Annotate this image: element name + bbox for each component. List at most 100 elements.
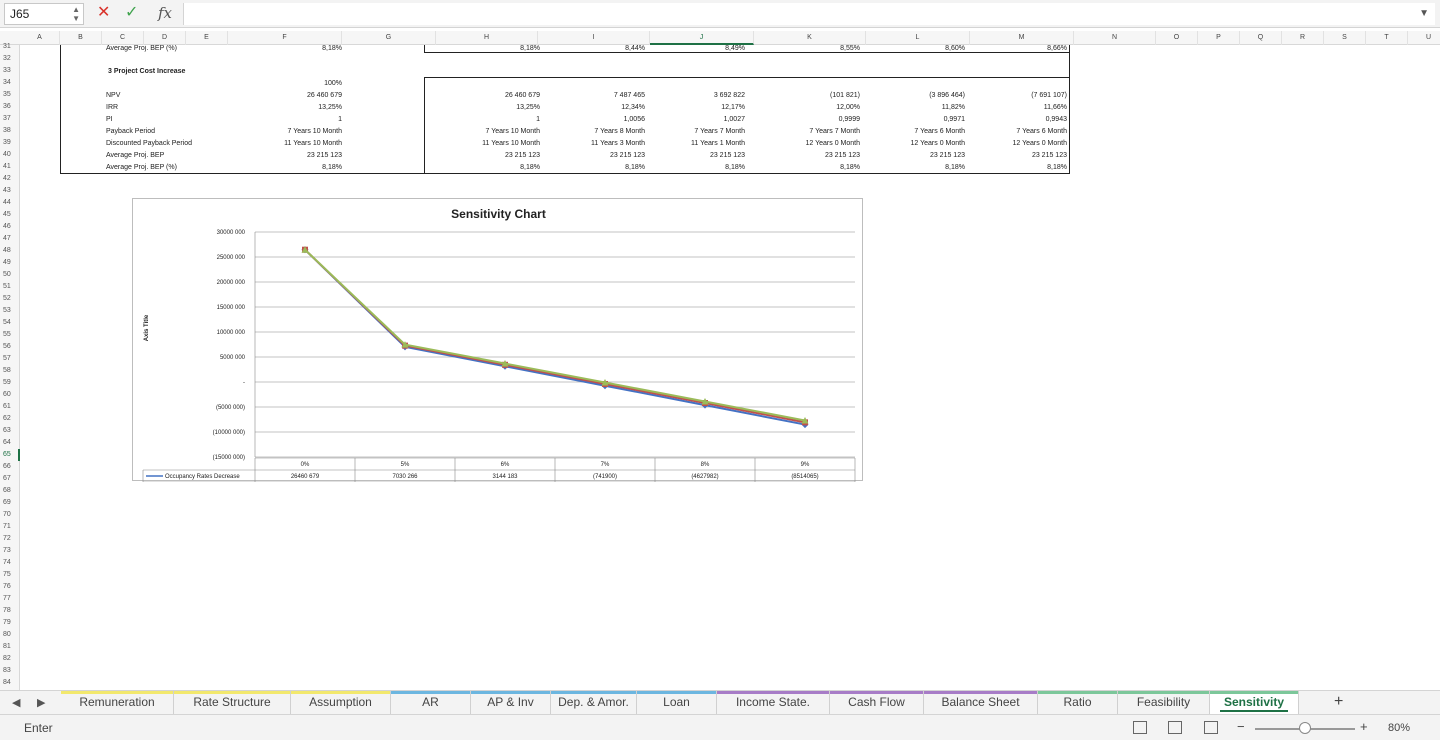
scroll-right-icon[interactable]: ▶ xyxy=(37,696,45,709)
cell-value[interactable]: 26 460 679 xyxy=(260,90,342,102)
cell-value[interactable]: 12 Years 0 Month xyxy=(760,138,861,150)
row-header[interactable]: 68 xyxy=(0,485,20,497)
worksheet-grid[interactable]: Average Proj. BEP (%) 8,18% 8,18% 8,44% … xyxy=(20,45,1440,690)
row-header[interactable]: 60 xyxy=(0,389,20,401)
row-header[interactable]: 70 xyxy=(0,509,20,521)
column-header-t[interactable]: T xyxy=(1366,31,1408,45)
row-header[interactable]: 83 xyxy=(0,665,20,677)
name-box[interactable]: J65 ▲ ▼ xyxy=(4,3,84,25)
row-header[interactable]: 55 xyxy=(0,329,20,341)
cell-value[interactable]: 11 Years 3 Month xyxy=(545,138,645,150)
scroll-left-icon[interactable]: ◀ xyxy=(12,696,20,709)
row-header[interactable]: 72 xyxy=(0,533,20,545)
row-header[interactable]: 49 xyxy=(0,257,20,269)
tab-ratio[interactable]: Ratio xyxy=(1038,691,1118,714)
row-header[interactable]: 78 xyxy=(0,605,20,617)
cell-value[interactable]: 12,17% xyxy=(645,102,745,114)
column-header-f[interactable]: F xyxy=(228,31,342,45)
column-header-m[interactable]: M xyxy=(970,31,1074,45)
page-layout-icon[interactable] xyxy=(1168,721,1182,734)
cell-value[interactable]: 1,0027 xyxy=(645,114,745,126)
cell-value[interactable]: 12 Years 0 Month xyxy=(967,138,1068,150)
cell-value[interactable]: 1,0056 xyxy=(545,114,645,126)
cell-value[interactable]: 23 215 123 xyxy=(260,150,342,162)
row-label[interactable]: NPV xyxy=(106,90,120,102)
sensitivity-chart[interactable]: Sensitivity Chart Axis Title 30000 000 25… xyxy=(132,198,863,482)
row-header[interactable]: 33 xyxy=(0,65,20,77)
row-header[interactable]: 64 xyxy=(0,437,20,449)
cell-value[interactable]: 11 Years 10 Month xyxy=(260,138,342,150)
cell-value[interactable]: 23 215 123 xyxy=(645,150,745,162)
cell-value[interactable]: 8,18% xyxy=(260,162,342,174)
row-header[interactable]: 71 xyxy=(0,521,20,533)
column-header-h[interactable]: H xyxy=(436,31,538,45)
column-header-p[interactable]: P xyxy=(1198,31,1240,45)
cell-value[interactable]: (3 896 464) xyxy=(865,90,965,102)
row-header[interactable]: 61 xyxy=(0,401,20,413)
cell-value[interactable]: 7 Years 6 Month xyxy=(865,126,965,138)
cell-value[interactable]: 23 215 123 xyxy=(760,150,860,162)
row-label[interactable]: IRR xyxy=(106,102,118,114)
row-header[interactable]: 77 xyxy=(0,593,20,605)
column-header-d[interactable]: D xyxy=(144,31,186,45)
cell-value[interactable]: 1 xyxy=(440,114,540,126)
row-label[interactable]: Discounted Payback Period xyxy=(106,138,192,150)
row-header[interactable]: 62 xyxy=(0,413,20,425)
tab-assumption[interactable]: Assumption xyxy=(291,691,391,714)
row-header[interactable]: 42 xyxy=(0,173,20,185)
column-header-u[interactable]: U xyxy=(1408,31,1440,45)
row-header[interactable]: 40 xyxy=(0,149,20,161)
cell-value[interactable]: 23 215 123 xyxy=(865,150,965,162)
cell-value[interactable]: 7 Years 6 Month xyxy=(967,126,1067,138)
cell-value[interactable]: 7 487 465 xyxy=(545,90,645,102)
row-header[interactable]: 74 xyxy=(0,557,20,569)
cell-value[interactable]: 7 Years 10 Month xyxy=(260,126,343,138)
row-label[interactable]: Average Proj. BEP xyxy=(106,150,164,162)
row-header[interactable]: 46 xyxy=(0,221,20,233)
row-header[interactable]: 65 xyxy=(0,449,20,461)
normal-view-icon[interactable] xyxy=(1133,721,1147,734)
row-header[interactable]: 37 xyxy=(0,113,20,125)
cell-value[interactable]: 0,9971 xyxy=(865,114,965,126)
cell-value[interactable]: 12,00% xyxy=(760,102,860,114)
row-header[interactable]: 58 xyxy=(0,365,20,377)
cell-value[interactable]: 7 Years 7 Month xyxy=(760,126,860,138)
row-header[interactable]: 34 xyxy=(0,77,20,89)
zoom-out-icon[interactable]: − xyxy=(1237,719,1245,734)
column-header-e[interactable]: E xyxy=(186,31,228,45)
cell-value[interactable]: 13,25% xyxy=(440,102,540,114)
tab-rate-structure[interactable]: Rate Structure xyxy=(174,691,291,714)
name-box-stepper-icon[interactable]: ▲ ▼ xyxy=(72,5,80,23)
row-header[interactable]: 41 xyxy=(0,161,20,173)
column-header-b[interactable]: B xyxy=(60,31,102,45)
row-header[interactable]: 52 xyxy=(0,293,20,305)
row-header[interactable]: 54 xyxy=(0,317,20,329)
tab-ar[interactable]: AR xyxy=(391,691,471,714)
column-header-k[interactable]: K xyxy=(754,31,866,45)
cell-value[interactable]: 7 Years 10 Month xyxy=(440,126,541,138)
zoom-slider-thumb[interactable] xyxy=(1299,722,1311,734)
column-header-r[interactable]: R xyxy=(1282,31,1324,45)
tab-cash-flow[interactable]: Cash Flow xyxy=(830,691,924,714)
column-header-i[interactable]: I xyxy=(538,31,650,45)
insert-function-icon[interactable]: fx xyxy=(158,4,172,22)
confirm-icon[interactable]: ✓ xyxy=(125,4,138,22)
row-header[interactable]: 36 xyxy=(0,101,20,113)
row-header[interactable]: 51 xyxy=(0,281,20,293)
row-header[interactable]: 79 xyxy=(0,617,20,629)
cell-value[interactable]: (101 821) xyxy=(760,90,860,102)
cell-value[interactable]: 12,34% xyxy=(545,102,645,114)
row-header[interactable]: 45 xyxy=(0,209,20,221)
tab-loan[interactable]: Loan xyxy=(637,691,717,714)
cell-value[interactable]: 26 460 679 xyxy=(440,90,540,102)
row-header[interactable]: 73 xyxy=(0,545,20,557)
row-header[interactable]: 53 xyxy=(0,305,20,317)
tab-dep-amor[interactable]: Dep. & Amor. xyxy=(551,691,637,714)
tab-remuneration[interactable]: Remuneration xyxy=(61,691,174,714)
row-header[interactable]: 69 xyxy=(0,497,20,509)
cell-value[interactable]: 1 xyxy=(260,114,342,126)
cell-value[interactable]: 3 692 822 xyxy=(645,90,745,102)
tab-income-state[interactable]: Income State. xyxy=(717,691,830,714)
row-header[interactable]: 82 xyxy=(0,653,20,665)
cancel-icon[interactable]: ✕ xyxy=(97,4,110,22)
